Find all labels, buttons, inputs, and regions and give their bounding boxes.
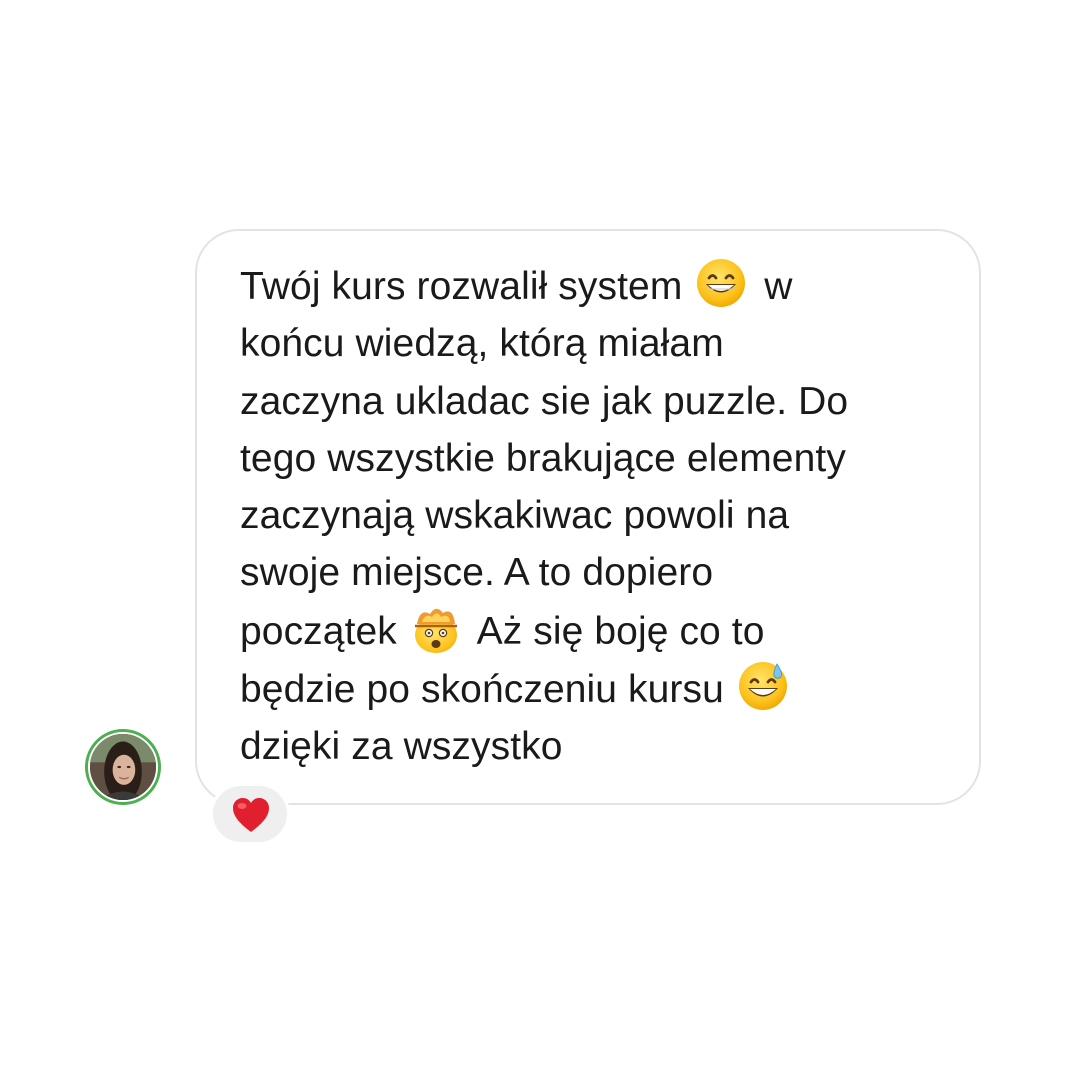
message-text: Twój kurs rozwalił system w końcu wiedzą… [240,257,960,776]
message-line: zaczynają wskakiwac powoli na [240,494,790,538]
chat-view: Twój kurs rozwalił system w końcu wiedzą… [0,0,1080,1080]
message-line: zaczyna ukladac sie jak puzzle. Do [240,379,849,423]
message-line: swoje miejsce. A to dopiero [240,551,714,595]
sender-avatar[interactable] [85,729,161,805]
avatar-photo [88,732,158,802]
message-line: będzie po skończeniu kursu [240,660,960,718]
exploding-head-icon [410,602,462,654]
sweat-smile-icon [737,660,789,712]
reaction-badge[interactable] [210,783,290,845]
message-line: Twój kurs rozwalił system w [240,257,960,315]
message-line: początek Aż się boję co to [240,602,960,660]
message-line: tego wszystkie brakujące elementy [240,436,846,480]
message-bubble[interactable]: Twój kurs rozwalił system w końcu wiedzą… [195,229,981,805]
heart-icon [233,798,269,832]
message-line: końcu wiedzą, którą miałam [240,322,724,366]
grinning-face-icon [695,257,747,309]
message-line: dzięki za wszystko [240,725,563,769]
